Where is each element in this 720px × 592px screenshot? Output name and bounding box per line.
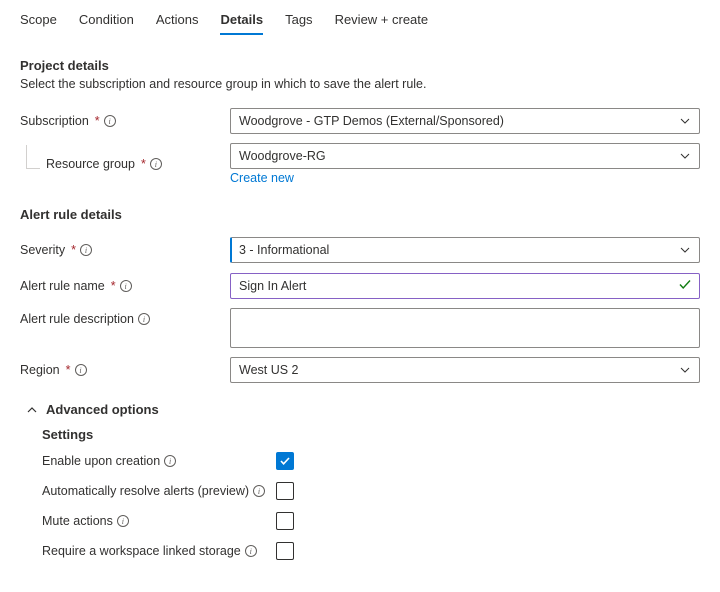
enable-upon-creation-label: Enable upon creation bbox=[42, 454, 160, 468]
project-details-heading: Project details bbox=[20, 58, 700, 73]
advanced-options-toggle[interactable]: Advanced options bbox=[26, 402, 700, 417]
alert-rule-name-label: Alert rule name bbox=[20, 279, 105, 293]
region-label: Region bbox=[20, 363, 60, 377]
required-mark: * bbox=[66, 363, 71, 377]
auto-resolve-checkbox[interactable] bbox=[276, 482, 294, 500]
tab-details[interactable]: Details bbox=[220, 6, 263, 35]
alert-rule-desc-input[interactable] bbox=[230, 308, 700, 348]
indent-line bbox=[26, 145, 40, 169]
mute-actions-label: Mute actions bbox=[42, 514, 113, 528]
tab-condition[interactable]: Condition bbox=[79, 6, 134, 35]
region-value: West US 2 bbox=[239, 363, 299, 377]
subscription-value: Woodgrove - GTP Demos (External/Sponsore… bbox=[239, 114, 504, 128]
mute-actions-checkbox[interactable] bbox=[276, 512, 294, 530]
enable-upon-creation-checkbox[interactable] bbox=[276, 452, 294, 470]
auto-resolve-label: Automatically resolve alerts (preview) bbox=[42, 484, 249, 498]
linked-storage-checkbox[interactable] bbox=[276, 542, 294, 560]
tabs-bar: Scope Condition Actions Details Tags Rev… bbox=[20, 0, 700, 36]
check-icon bbox=[279, 455, 291, 467]
info-icon[interactable]: i bbox=[245, 545, 257, 557]
severity-value: 3 - Informational bbox=[239, 243, 329, 257]
required-mark: * bbox=[95, 114, 100, 128]
info-icon[interactable]: i bbox=[117, 515, 129, 527]
severity-select[interactable]: 3 - Informational bbox=[230, 237, 700, 263]
tab-scope[interactable]: Scope bbox=[20, 6, 57, 35]
project-details-desc: Select the subscription and resource gro… bbox=[20, 77, 700, 91]
severity-label: Severity bbox=[20, 243, 65, 257]
alert-rule-name-input[interactable] bbox=[230, 273, 700, 299]
tab-review-create[interactable]: Review + create bbox=[335, 6, 429, 35]
resource-group-label: Resource group bbox=[46, 157, 135, 171]
settings-heading: Settings bbox=[42, 427, 700, 442]
info-icon[interactable]: i bbox=[138, 313, 150, 325]
info-icon[interactable]: i bbox=[75, 364, 87, 376]
tab-tags[interactable]: Tags bbox=[285, 6, 312, 35]
info-icon[interactable]: i bbox=[164, 455, 176, 467]
subscription-select[interactable]: Woodgrove - GTP Demos (External/Sponsore… bbox=[230, 108, 700, 134]
region-select[interactable]: West US 2 bbox=[230, 357, 700, 383]
required-mark: * bbox=[111, 279, 116, 293]
info-icon[interactable]: i bbox=[80, 244, 92, 256]
create-new-link[interactable]: Create new bbox=[230, 171, 294, 185]
chevron-down-icon bbox=[679, 115, 691, 127]
checkmark-icon bbox=[678, 278, 692, 295]
resource-group-select[interactable]: Woodgrove-RG bbox=[230, 143, 700, 169]
advanced-options-label: Advanced options bbox=[46, 402, 159, 417]
resource-group-value: Woodgrove-RG bbox=[239, 149, 326, 163]
subscription-label: Subscription bbox=[20, 114, 89, 128]
chevron-down-icon bbox=[679, 364, 691, 376]
info-icon[interactable]: i bbox=[253, 485, 265, 497]
required-mark: * bbox=[71, 243, 76, 257]
chevron-down-icon bbox=[679, 244, 691, 256]
info-icon[interactable]: i bbox=[150, 158, 162, 170]
chevron-down-icon bbox=[679, 150, 691, 162]
alert-rule-desc-label: Alert rule description bbox=[20, 312, 134, 326]
linked-storage-label: Require a workspace linked storage bbox=[42, 544, 241, 558]
info-icon[interactable]: i bbox=[104, 115, 116, 127]
required-mark: * bbox=[141, 157, 146, 171]
chevron-up-icon bbox=[26, 404, 38, 416]
tab-actions[interactable]: Actions bbox=[156, 6, 199, 35]
alert-rule-details-heading: Alert rule details bbox=[20, 207, 700, 222]
info-icon[interactable]: i bbox=[120, 280, 132, 292]
